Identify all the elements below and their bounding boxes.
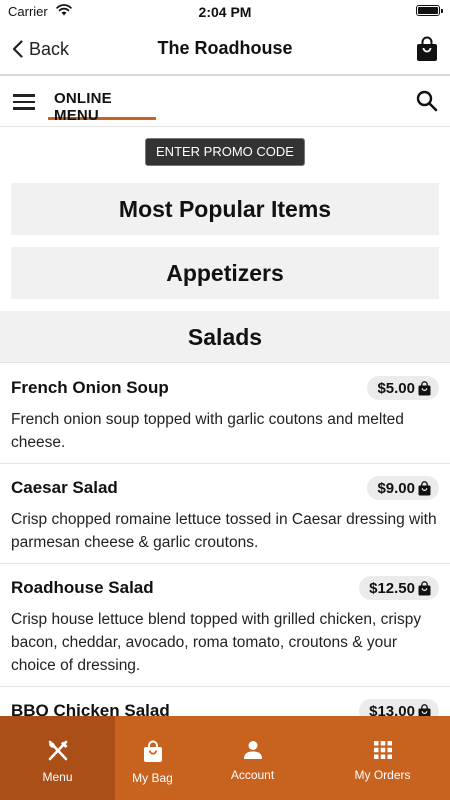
bottom-tab-bar: Menu My Bag Account My Orders	[0, 716, 450, 800]
item-name: Caesar Salad	[11, 478, 118, 497]
category-most-popular[interactable]: Most Popular Items	[11, 183, 439, 235]
page-title: The Roadhouse	[157, 38, 293, 58]
person-icon	[243, 741, 262, 759]
tab-online-menu-label: ONLINE MENU	[54, 90, 112, 124]
bag-icon	[143, 740, 162, 762]
tab-my-bag-label: My Bag	[132, 771, 173, 785]
price-badge[interactable]: $5.00	[367, 376, 439, 400]
promo-code-button[interactable]: ENTER PROMO CODE	[145, 138, 305, 166]
price-badge[interactable]: $9.00	[367, 476, 439, 500]
menu-item[interactable]: French Onion Soup $5.00 French onion sou…	[0, 364, 450, 464]
status-time: 2:04 PM	[198, 4, 252, 20]
bag-icon	[418, 380, 431, 395]
price-badge[interactable]: $12.50	[359, 576, 439, 600]
utensils-icon	[48, 740, 67, 761]
item-description: French onion soup topped with garlic cou…	[11, 411, 404, 451]
item-name: French Onion Soup	[11, 378, 169, 397]
tab-account-label: Account	[230, 768, 275, 782]
menu-item[interactable]: Roadhouse Salad $12.50 Crisp house lettu…	[0, 564, 450, 687]
tab-my-orders[interactable]: My Orders	[315, 716, 450, 800]
tab-menu[interactable]: Menu	[0, 716, 115, 800]
search-icon[interactable]	[416, 90, 438, 112]
menu-bar: ONLINE MENU	[0, 76, 450, 127]
category-appetizers[interactable]: Appetizers	[11, 247, 439, 299]
item-name: Roadhouse Salad	[11, 578, 154, 597]
navigation-bar: Back The Roadhouse	[0, 24, 450, 76]
item-price: $9.00	[377, 479, 415, 497]
battery-icon	[416, 5, 443, 16]
bag-icon	[418, 480, 431, 495]
item-description: Crisp chopped romaine lettuce tossed in …	[11, 511, 437, 551]
category-salads[interactable]: Salads	[0, 311, 450, 363]
bag-icon[interactable]	[416, 36, 438, 62]
grid-icon	[373, 741, 392, 759]
item-price: $12.50	[369, 579, 415, 597]
hamburger-menu-icon[interactable]	[13, 94, 35, 110]
item-description: Crisp house lettuce blend topped with gr…	[11, 611, 422, 674]
tab-my-orders-label: My Orders	[354, 768, 411, 782]
tab-menu-label: Menu	[42, 770, 73, 784]
item-price: $5.00	[377, 379, 415, 397]
bag-icon	[418, 580, 431, 595]
tab-online-menu[interactable]: ONLINE MENU	[48, 90, 156, 124]
menu-item[interactable]: Caesar Salad $9.00 Crisp chopped romaine…	[0, 464, 450, 564]
tab-account[interactable]: Account	[190, 716, 315, 800]
status-bar: Carrier 2:04 PM	[0, 0, 450, 24]
tab-my-bag[interactable]: My Bag	[115, 716, 190, 800]
